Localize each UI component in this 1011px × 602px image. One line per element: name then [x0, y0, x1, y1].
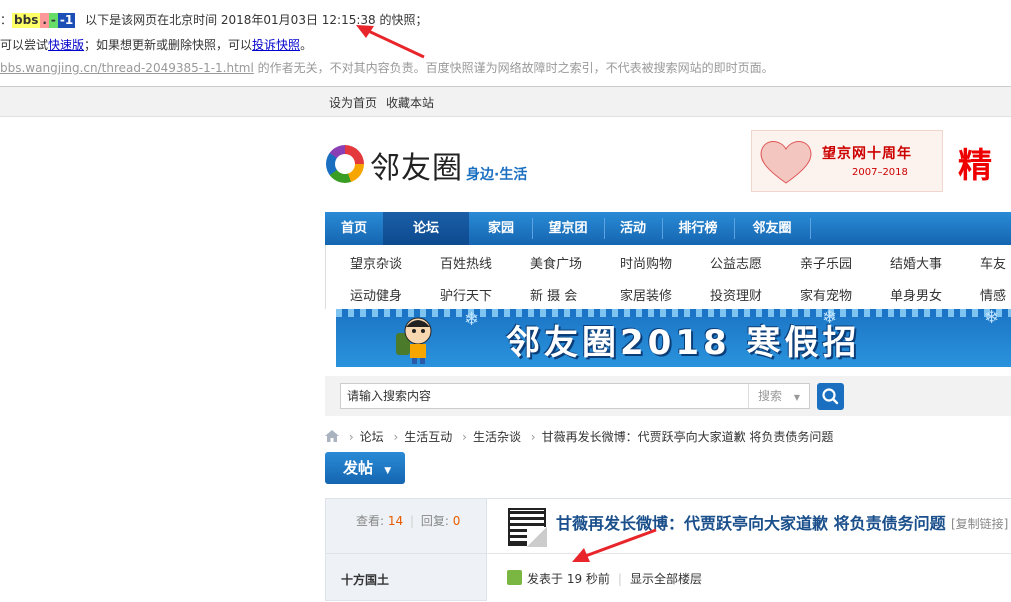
subnav-item[interactable]: 投资理财: [710, 285, 762, 304]
title-divider: [487, 553, 1011, 554]
site-slogan: 身边·生活: [466, 167, 528, 183]
anniversary-banner[interactable]: 望京网十周年 2007–2018: [751, 130, 943, 192]
red-arrow-annotation-icon: [572, 528, 657, 562]
snapshot-period: 。: [300, 38, 313, 52]
subnav-item[interactable]: 结婚大事: [890, 253, 942, 272]
subnav-item[interactable]: 望京杂谈: [350, 253, 402, 272]
show-all-floors-link[interactable]: 显示全部楼层: [630, 572, 702, 586]
anniversary-years: 2007–2018: [852, 167, 908, 178]
search-input[interactable]: 请输入搜索内容: [340, 383, 810, 409]
add-favorite-link[interactable]: 收藏本站: [386, 94, 434, 111]
home-icon[interactable]: [325, 430, 339, 442]
thread-stats: 查看: 14 | 回复: 0: [356, 514, 461, 528]
qr-fold-corner: [527, 527, 547, 547]
side-ad-text[interactable]: 精: [958, 138, 992, 187]
nav-homeland[interactable]: 家园: [471, 212, 531, 245]
author-name[interactable]: 十方国土: [341, 571, 389, 588]
site-logo-icon[interactable]: [326, 145, 364, 183]
breadcrumb: › 论坛 › 生活互动 › 生活杂谈 › 甘薇再发长微博：代贾跃亭向大家道歉 将负责债务…: [325, 428, 833, 445]
search-icon: [822, 388, 839, 405]
breadcrumb-chat[interactable]: 生活杂谈: [473, 430, 521, 444]
subnav-item[interactable]: 驴行天下: [440, 285, 492, 304]
highlight-term-1: bbs: [12, 13, 41, 28]
caret-down-icon: ▼: [384, 466, 392, 476]
subnav-item[interactable]: 时尚购物: [620, 253, 672, 272]
nav-divider: [810, 218, 811, 239]
subnav-item[interactable]: 新 摄 会: [530, 285, 577, 304]
subnav-item[interactable]: 车友: [980, 253, 1006, 272]
main-nav: 首页 论坛 家园 望京团 活动 排行榜 邻友圈: [325, 212, 1011, 245]
highlight-term-4: -1: [57, 13, 76, 28]
subnav-item[interactable]: 亲子乐园: [800, 253, 852, 272]
site-logo-text[interactable]: 邻友圈: [370, 143, 463, 187]
disclaimer-text: 的作者无关，不对其内容负责。百度快照谨为网络故障时之索引，不代表被搜索网站的即时…: [253, 61, 774, 75]
nav-events[interactable]: 活动: [605, 212, 661, 245]
subnav-item[interactable]: 运动健身: [350, 285, 402, 304]
copy-link-button[interactable]: [复制链接]: [951, 515, 1008, 532]
views-count: 14: [387, 514, 404, 528]
snowflake-icon: ❄: [464, 309, 480, 330]
subnav-item[interactable]: 情感: [980, 285, 1006, 304]
breadcrumb-forum[interactable]: 论坛: [360, 430, 384, 444]
nav-ranking[interactable]: 排行榜: [663, 212, 733, 245]
cartoon-kid-icon: [396, 317, 432, 364]
subnav-item[interactable]: 美食广场: [530, 253, 582, 272]
snowflake-icon: ❄: [984, 309, 1000, 328]
snapshot-header: ： bbs. - -1 以下是该网页在北京时间 2018年01月03日 12:15:3…: [0, 0, 1011, 86]
original-url-link[interactable]: bbs.wangjing.cn/thread-2049385-1-1.html: [0, 61, 254, 75]
post-meta: 发表于 19 秒前 | 显示全部楼层: [527, 572, 702, 586]
set-homepage-link[interactable]: 设为首页: [329, 94, 377, 111]
views-label: 查看:: [356, 514, 385, 528]
site-topbar: 设为首页 收藏本站: [0, 86, 1011, 117]
snapshot-links-line: 可以尝试快速版；如果想更新或删除快照，可以投诉快照。: [0, 36, 312, 53]
word-cloud-heart-icon: [756, 135, 816, 187]
subnav-item[interactable]: 公益志愿: [710, 253, 762, 272]
user-online-icon: [507, 570, 522, 585]
anniversary-title: 望京网十周年: [822, 146, 912, 162]
subnav-item[interactable]: 家居装修: [620, 285, 672, 304]
winter-camp-banner[interactable]: ❄ ❄ ❄ 邻友圈2018 寒假招: [336, 309, 1011, 367]
posted-time: 发表于 19 秒前: [527, 572, 610, 586]
banner-title: 邻友圈2018 寒假招: [506, 323, 861, 363]
nav-group-buy[interactable]: 望京团: [533, 212, 603, 245]
search-type-label: 搜索: [758, 389, 783, 403]
complain-snapshot-link[interactable]: 投诉快照: [252, 38, 300, 52]
replies-label: 回复:: [420, 514, 449, 528]
breadcrumb-thread[interactable]: 甘薇再发长微博：代贾跃亭向大家道歉 将负责债务问题: [542, 430, 834, 444]
search-button[interactable]: [817, 383, 844, 410]
snapshot-prefix: ：: [0, 13, 13, 27]
subnav-item[interactable]: 单身男女: [890, 285, 942, 304]
subnav-item[interactable]: 百姓热线: [440, 253, 492, 272]
nav-home[interactable]: 首页: [325, 212, 383, 245]
new-post-label: 发帖: [343, 459, 374, 477]
fast-version-link[interactable]: 快速版: [48, 38, 84, 52]
sidebar-divider: [325, 553, 487, 554]
breadcrumb-life[interactable]: 生活互动: [404, 430, 452, 444]
highlight-term-2: .: [40, 13, 49, 28]
highlight-term-3: -: [48, 13, 58, 28]
red-arrow-annotation-icon: [356, 25, 425, 59]
subnav-item[interactable]: 家有宠物: [800, 285, 852, 304]
search-type-select[interactable]: 搜索 ▼: [748, 384, 808, 408]
snapshot-try-text: 可以尝试: [0, 38, 49, 52]
forum-subnav: 望京杂谈 百姓热线 美食广场 时尚购物 公益志愿 亲子乐园 结婚大事 车友 运动…: [325, 245, 1011, 309]
chevron-down-icon: ▼: [793, 393, 800, 402]
nav-neighbors[interactable]: 邻友圈: [735, 212, 809, 245]
new-post-button[interactable]: 发帖 ▼: [325, 452, 405, 484]
replies-count: 0: [452, 514, 461, 528]
snapshot-update-text: ；如果想更新或删除快照，可以: [84, 38, 253, 52]
nav-forum[interactable]: 论坛: [383, 212, 469, 245]
